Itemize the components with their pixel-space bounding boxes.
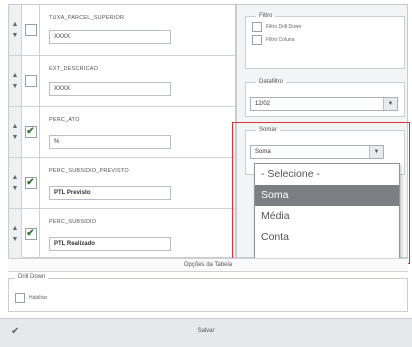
reorder-arrows[interactable]: ▲ ▼ [9,107,22,157]
dropdown-option[interactable]: - Selecione - [255,164,399,185]
field-label-input[interactable]: XXXX [49,30,171,44]
fields-panel: ▲ ▼ TUXA_PARCEL_SUPERIOR XXXX ▲ ▼ EXT_DE… [8,4,237,259]
arrow-up-icon[interactable]: ▲ [12,123,19,130]
arrow-down-icon[interactable]: ▼ [12,32,19,39]
save-label: Salvar [197,328,215,334]
field-row: ▲ ▼ EXT_DESCRICAO XXXX [9,56,237,107]
dropdown-option[interactable]: Conta [255,227,399,248]
field-label-input[interactable]: XXXX [49,82,171,96]
field-row: ▲ ▼ ✔ PERC_SUBSIDIO_PREVISTO PTL Previst… [9,158,237,209]
table-options-bar[interactable]: Opções da Tabela [8,258,408,272]
arrow-up-icon[interactable]: ▲ [12,225,19,232]
filtro-drill-down-checkbox[interactable] [252,22,262,32]
arrow-down-icon[interactable]: ▼ [12,236,19,243]
arrow-down-icon[interactable]: ▼ [12,185,19,192]
drill-down-group: Drill Down Habilitar [8,274,408,312]
reorder-arrows[interactable]: ▲ ▼ [9,56,22,106]
field-row: ▲ ▼ ✔ PERC_SUBSIDIO PTL Realizado [9,209,237,259]
arrow-up-icon[interactable]: ▲ [12,21,19,28]
field-checkbox[interactable]: ✔ [24,228,37,240]
field-name: TUXA_PARCEL_SUPERIOR [49,15,125,21]
field-checkbox[interactable] [24,24,37,36]
drill-down-enable-option[interactable]: Habilitar [15,293,47,303]
datafiltro-value: 12/02 [255,101,271,107]
filtro-drill-down-label: Filtro Drill Down [266,24,302,30]
dropdown-option[interactable]: Média [255,206,399,227]
datafiltro-select[interactable]: 12/02 ▼ [250,97,398,111]
field-name: EXT_DESCRICAO [49,66,99,72]
somar-dropdown-list: - Selecione - Soma Média Conta [254,163,400,259]
reorder-arrows[interactable]: ▲ ▼ [9,5,22,55]
arrow-down-icon[interactable]: ▼ [12,134,19,141]
chevron-down-icon[interactable]: ▼ [383,98,397,110]
check-icon: ✔ [26,126,35,137]
field-label-input[interactable]: % [49,135,171,149]
filtro-coluna-label: Filtro Coluna [266,37,295,43]
field-name: PERC_ATO [49,117,80,123]
field-row: ▲ ▼ ✔ PERC_ATO % [9,107,237,158]
field-checkbox[interactable]: ✔ [24,177,37,189]
dropdown-option-selected[interactable]: Soma [255,185,399,206]
drill-down-legend: Drill Down [15,274,49,280]
save-button[interactable]: ✔ Salvar [0,318,412,347]
arrow-up-icon[interactable]: ▲ [12,174,19,181]
field-checkbox[interactable]: ✔ [24,126,37,138]
filtro-legend: Filtro [259,13,273,19]
field-row: ▲ ▼ TUXA_PARCEL_SUPERIOR XXXX [9,5,237,56]
datafiltro-legend: Datafiltro [259,79,284,85]
filtro-drill-down-option[interactable]: Filtro Drill Down [252,22,404,32]
filtro-coluna-checkbox[interactable] [252,35,262,45]
filtro-group: Filtro Filtro Drill Down Filtro Coluna [245,13,405,69]
arrow-up-icon[interactable]: ▲ [12,72,19,79]
datafiltro-group: Datafiltro 12/02 ▼ [245,79,405,117]
field-name: PERC_SUBSIDIO [49,219,97,225]
reorder-arrows[interactable]: ▲ ▼ [9,209,22,259]
drill-down-checkbox-label: Habilitar [29,295,48,301]
field-checkbox[interactable] [24,75,37,87]
check-icon: ✔ [26,177,35,188]
field-name: PERC_SUBSIDIO_PREVISTO [49,168,129,174]
reorder-arrows[interactable]: ▲ ▼ [9,158,22,208]
filtro-coluna-option[interactable]: Filtro Coluna [252,35,404,45]
check-icon: ✔ [26,228,35,239]
drill-down-checkbox[interactable] [15,293,25,303]
field-label-input[interactable]: PTL Previsto [49,186,171,200]
arrow-down-icon[interactable]: ▼ [12,83,19,90]
field-label-input[interactable]: PTL Realizado [49,237,171,251]
